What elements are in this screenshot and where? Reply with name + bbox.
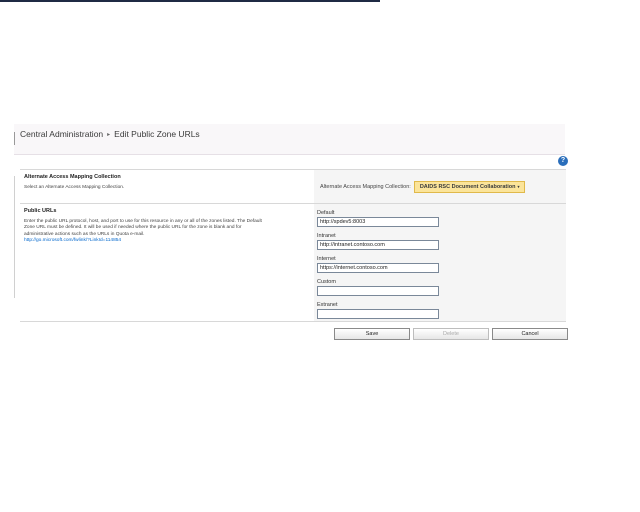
zone-default: Default http://spdev5:8003	[317, 210, 566, 227]
form-area: Alternate Access Mapping Collection Sele…	[20, 169, 566, 322]
public-urls-description: Enter the public URL protocol, host, and…	[24, 219, 262, 237]
zone-intranet-label: Intranet	[317, 233, 336, 239]
cancel-button[interactable]: Cancel	[492, 328, 568, 340]
help-icon[interactable]: ?	[558, 156, 568, 166]
breadcrumb-central-administration[interactable]: Central Administration	[20, 129, 103, 139]
zone-custom-label: Custom	[317, 279, 336, 285]
top-rule	[0, 0, 380, 2]
save-button[interactable]: Save	[334, 328, 410, 340]
zone-intranet-input[interactable]: http://intranet.contoso.com	[317, 240, 439, 250]
breadcrumb-bar: Central Administration ▸ Edit Public Zone …	[14, 124, 565, 155]
zone-default-label: Default	[317, 210, 335, 216]
chevron-down-icon: ▾	[517, 183, 520, 189]
breadcrumb: Central Administration ▸ Edit Public Zone …	[20, 129, 200, 139]
breadcrumb-separator-icon: ▸	[107, 132, 111, 138]
zone-intranet: Intranet http://intranet.contoso.com	[317, 233, 566, 250]
zone-custom: Custom	[317, 279, 566, 296]
zone-default-input[interactable]: http://spdev5:8003	[317, 217, 439, 227]
delete-button[interactable]: Delete	[413, 328, 489, 340]
zone-extranet-input[interactable]	[317, 309, 439, 319]
zone-extranet: Extranet	[317, 302, 566, 319]
left-edge-divider	[14, 176, 15, 298]
zone-internet-label: Internet	[317, 256, 336, 262]
page-title: Edit Public Zone URLs	[114, 129, 200, 139]
button-row: Save Delete Cancel	[334, 328, 571, 340]
aam-collection-section: Alternate Access Mapping Collection Sele…	[20, 169, 566, 203]
breadcrumb-divider	[14, 132, 15, 145]
zone-custom-input[interactable]	[317, 286, 439, 296]
aam-collection-label: Alternate Access Mapping Collection:	[320, 183, 411, 190]
aam-collection-selected: DAIDS RSC Document Collaboration	[419, 183, 516, 190]
public-urls-section: Public URLs Enter the public URL protoco…	[20, 203, 566, 322]
aam-section-description: Select an Alternate Access Mapping Colle…	[24, 185, 125, 190]
zone-internet: Internet https://internet.contoso.com	[317, 256, 566, 273]
zone-internet-input[interactable]: https://internet.contoso.com	[317, 263, 439, 273]
zone-extranet-label: Extranet	[317, 302, 338, 308]
aam-collection-dropdown[interactable]: DAIDS RSC Document Collaboration ▾	[413, 180, 526, 193]
